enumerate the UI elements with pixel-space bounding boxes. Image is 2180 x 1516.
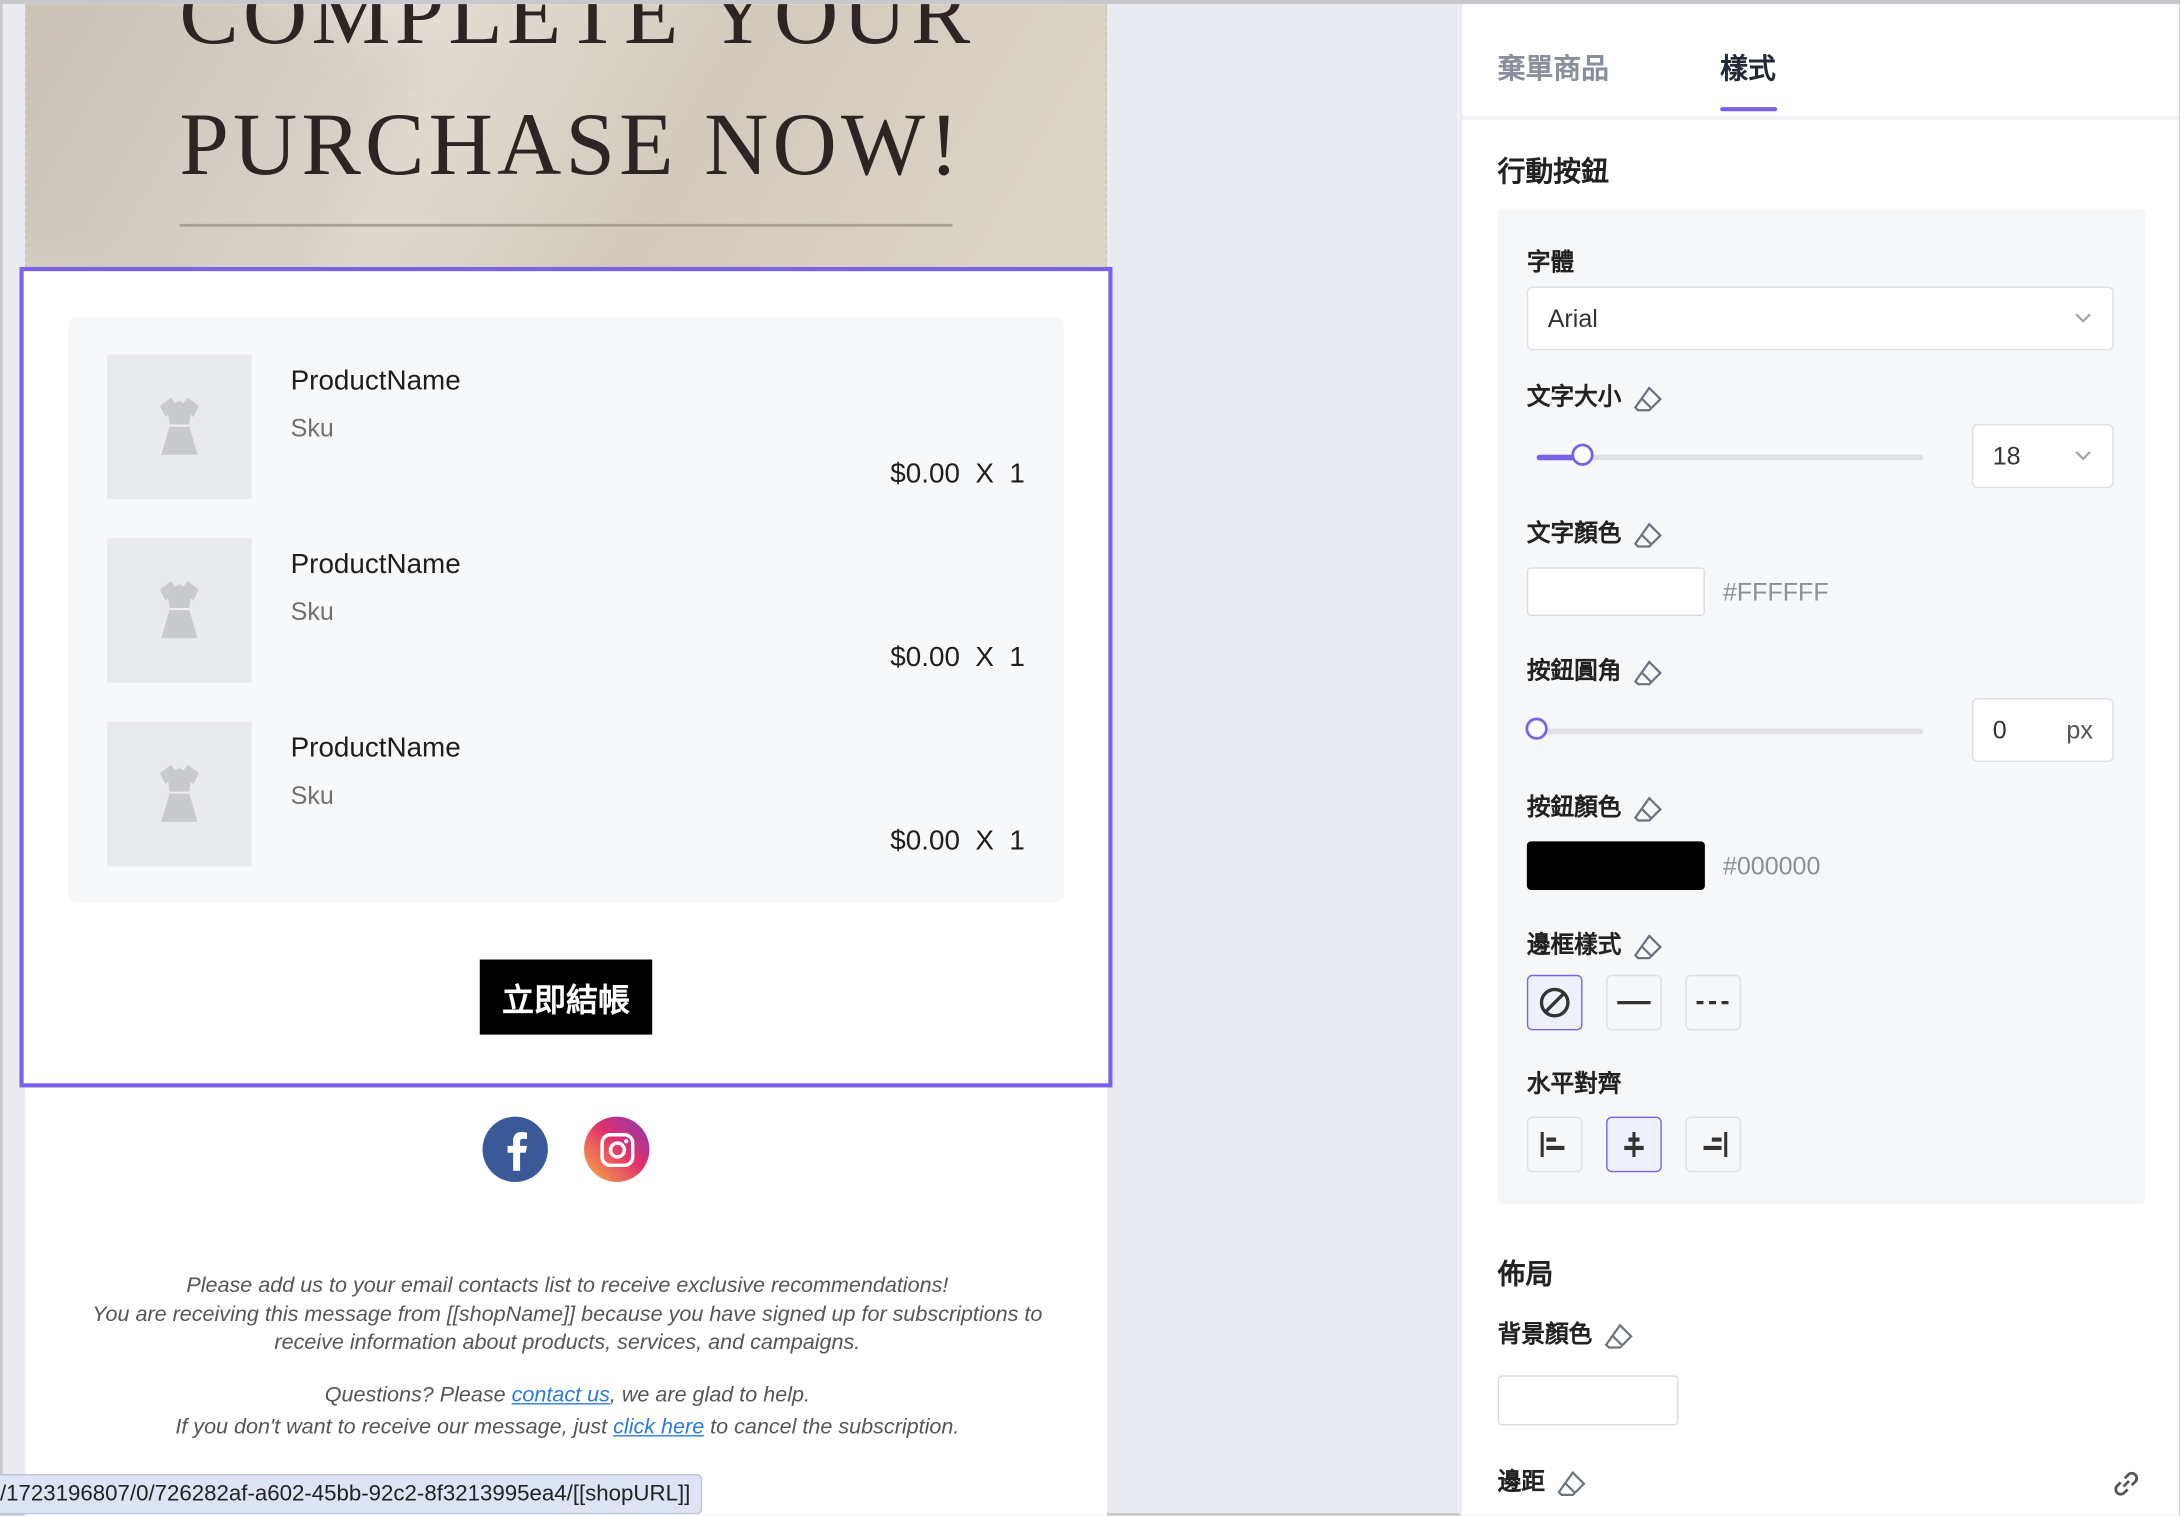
horizontal-align-label: 水平對齊 bbox=[1526, 1070, 1622, 1098]
product-sku: Sku bbox=[290, 781, 334, 810]
contact-us-link[interactable]: contact us bbox=[512, 1384, 610, 1408]
align-right-button[interactable] bbox=[1685, 1116, 1742, 1173]
panel-tabs: 棄單商品 樣式 bbox=[1461, 4, 2180, 120]
eraser-icon[interactable] bbox=[1633, 658, 1664, 686]
button-radius-slider-knob[interactable] bbox=[1525, 717, 1548, 740]
product-list: ProductName Sku $0.00 X 1 ProductName Sk… bbox=[68, 317, 1064, 903]
product-name: ProductName bbox=[290, 549, 461, 580]
product-item: ProductName Sku $0.00 X 1 bbox=[68, 538, 1064, 683]
facebook-icon[interactable] bbox=[482, 1116, 548, 1183]
unsubscribe-link[interactable]: click here bbox=[613, 1416, 704, 1440]
border-style-label: 邊框樣式 bbox=[1527, 925, 1663, 960]
product-item: ProductName Sku $0.00 X 1 bbox=[68, 721, 1064, 867]
dress-icon bbox=[107, 538, 252, 683]
no-border-icon bbox=[1539, 987, 1570, 1018]
banner-heading-line1: COMPLETE YOUR bbox=[179, 4, 975, 63]
footer-notice: Please add us to your email contacts lis… bbox=[56, 1272, 1079, 1358]
eraser-icon[interactable] bbox=[1603, 1322, 1634, 1350]
product-sku: Sku bbox=[290, 414, 334, 443]
product-name: ProductName bbox=[290, 365, 461, 397]
font-select[interactable]: Arial bbox=[1526, 286, 2114, 351]
text-size-slider[interactable] bbox=[1536, 443, 1924, 466]
chevron-down-icon bbox=[2075, 451, 2091, 461]
align-left-button[interactable] bbox=[1526, 1116, 1583, 1173]
tab-style[interactable]: 樣式 bbox=[1720, 46, 1776, 86]
dress-icon bbox=[107, 354, 252, 500]
status-url: /1723196807/0/726282af-a602-45bb-92c2-8f… bbox=[0, 1474, 703, 1515]
text-color-label: 文字顏色 bbox=[1527, 513, 1663, 548]
align-left-icon bbox=[1540, 1131, 1565, 1157]
eraser-icon[interactable] bbox=[1633, 795, 1664, 823]
solid-line-icon bbox=[1617, 1000, 1651, 1005]
border-none-button[interactable] bbox=[1526, 974, 1583, 1031]
text-size-slider-knob[interactable] bbox=[1571, 443, 1595, 466]
align-center-button[interactable] bbox=[1606, 1116, 1662, 1173]
section-action-button: 行動按鈕 bbox=[1497, 157, 1609, 188]
border-dashed-button[interactable] bbox=[1685, 974, 1742, 1031]
text-color-hex: #FFFFFF bbox=[1722, 578, 1829, 607]
banner-heading-line2: PURCHASE NOW! bbox=[179, 94, 963, 194]
button-color-label: 按鈕顏色 bbox=[1527, 787, 1663, 822]
text-size-label: 文字大小 bbox=[1527, 377, 1663, 412]
button-color-swatch[interactable] bbox=[1526, 841, 1705, 890]
tab-abandoned-items[interactable]: 棄單商品 bbox=[1498, 46, 1609, 86]
product-price-qty: $0.00 X 1 bbox=[890, 642, 1025, 674]
border-solid-button[interactable] bbox=[1606, 974, 1662, 1031]
text-size-select[interactable]: 18 bbox=[1971, 424, 2114, 489]
background-color-swatch[interactable] bbox=[1497, 1375, 1679, 1426]
align-center-icon bbox=[1624, 1131, 1644, 1157]
product-price-qty: $0.00 X 1 bbox=[890, 458, 1025, 490]
eraser-icon[interactable] bbox=[1633, 932, 1664, 960]
eraser-icon[interactable] bbox=[1633, 385, 1664, 413]
footer-links: Questions? Please contact us, we are gla… bbox=[175, 1383, 960, 1440]
align-right-icon bbox=[1703, 1131, 1728, 1157]
dashed-line-icon bbox=[1696, 1000, 1730, 1005]
background-color-label: 背景顏色 bbox=[1498, 1314, 1634, 1349]
font-label: 字體 bbox=[1526, 248, 1575, 276]
dress-icon bbox=[107, 721, 252, 867]
margin-label: 邊距 bbox=[1498, 1462, 1587, 1497]
chevron-down-icon bbox=[2075, 313, 2091, 323]
section-layout: 佈局 bbox=[1497, 1259, 1554, 1291]
eraser-icon[interactable] bbox=[1633, 521, 1664, 549]
settings-panel: 棄單商品 樣式 行動按鈕 字體 Arial 文字大小 18 文字顏色 #FFFF… bbox=[1460, 4, 2180, 1516]
link-icon[interactable] bbox=[2110, 1467, 2143, 1500]
checkout-button[interactable]: 立即結帳 bbox=[479, 959, 653, 1035]
eraser-icon[interactable] bbox=[1556, 1469, 1587, 1497]
button-radius-label: 按鈕圓角 bbox=[1527, 651, 1663, 686]
banner-section[interactable]: COMPLETE YOUR PURCHASE NOW! bbox=[25, 4, 1107, 269]
action-button-settings: 字體 Arial 文字大小 18 文字顏色 #FFFFFF 按鈕圓角 0 px … bbox=[1497, 208, 2146, 1205]
active-tab-indicator bbox=[1720, 107, 1778, 112]
product-sku: Sku bbox=[290, 597, 334, 626]
button-radius-input[interactable]: 0 px bbox=[1971, 698, 2114, 763]
product-item: ProductName Sku $0.00 X 1 bbox=[68, 354, 1064, 500]
text-color-swatch[interactable] bbox=[1526, 567, 1705, 617]
instagram-icon[interactable] bbox=[584, 1116, 650, 1183]
footer-line1: Please add us to your email contacts lis… bbox=[186, 1273, 949, 1298]
banner-divider bbox=[179, 223, 953, 227]
product-name: ProductName bbox=[290, 732, 461, 764]
button-color-hex: #000000 bbox=[1722, 852, 1821, 881]
product-price-qty: $0.00 X 1 bbox=[890, 826, 1025, 857]
footer-line2: You are receiving this message from [[sh… bbox=[92, 1302, 1043, 1355]
button-radius-slider[interactable] bbox=[1525, 717, 1924, 740]
